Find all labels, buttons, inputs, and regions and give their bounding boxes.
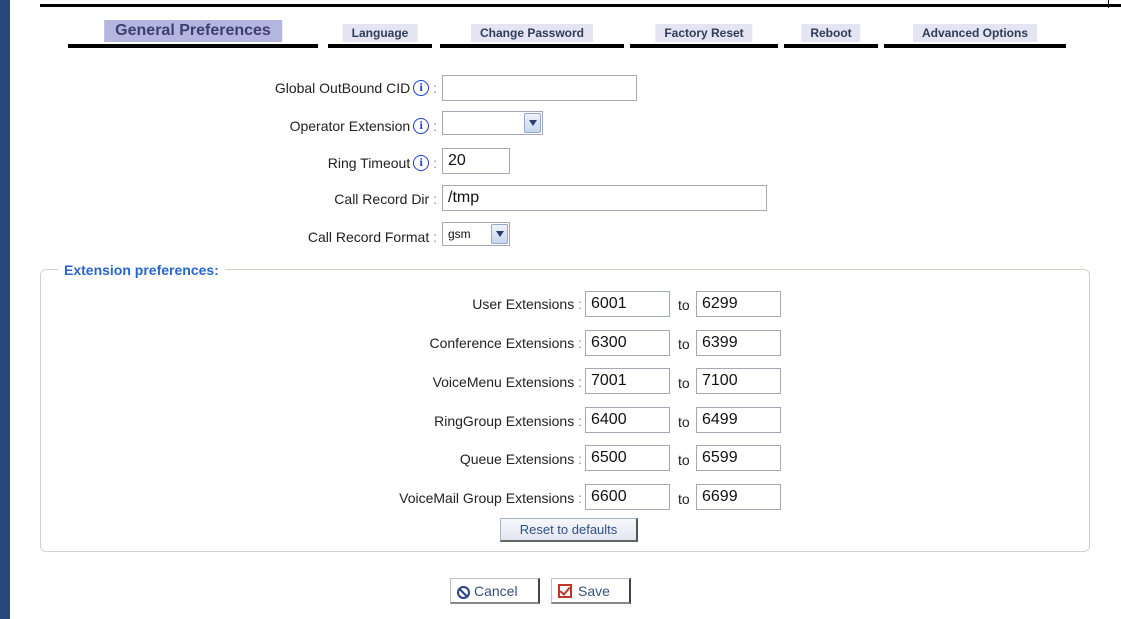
- ringgroup-extensions-to-input[interactable]: 6499: [696, 407, 781, 433]
- voicemenu-extensions-to-input[interactable]: 7100: [696, 368, 781, 394]
- voicemail-group-extensions-label: VoiceMail Group Extensions :: [399, 490, 582, 506]
- info-icon[interactable]: i: [413, 118, 430, 134]
- cancel-label: Cancel: [474, 583, 518, 599]
- tab-general-preferences[interactable]: General Preferences: [68, 20, 318, 48]
- chevron-down-icon[interactable]: [524, 113, 541, 133]
- voicemail-group-extensions-from-input[interactable]: 6600: [585, 484, 670, 510]
- to-label: to: [678, 491, 690, 507]
- queue-extensions-from-input[interactable]: 6500: [585, 445, 670, 471]
- tab-label: Change Password: [470, 24, 594, 42]
- to-label: to: [678, 375, 690, 391]
- left-border-bar: [0, 0, 10, 619]
- ring-timeout-input[interactable]: 20: [442, 148, 510, 174]
- conference-extensions-to-input[interactable]: 6399: [696, 330, 781, 356]
- ring-timeout-label: Ring Timeout i :: [327, 155, 437, 171]
- queue-extensions-to-input[interactable]: 6599: [696, 445, 781, 471]
- cancel-icon: [457, 586, 470, 599]
- call-record-dir-label: Call Record Dir :: [334, 191, 437, 207]
- user-extensions-to-input[interactable]: 6299: [696, 291, 781, 317]
- call-record-dir-input[interactable]: /tmp: [442, 185, 767, 211]
- to-label: to: [678, 414, 690, 430]
- chevron-down-icon[interactable]: [491, 224, 508, 244]
- checkbox-check-icon: [558, 584, 572, 598]
- call-record-format-label: Call Record Format :: [307, 229, 437, 245]
- user-extensions-label: User Extensions :: [472, 296, 582, 312]
- voicemenu-extensions-from-input[interactable]: 7001: [585, 368, 670, 394]
- operator-extension-select[interactable]: [442, 111, 543, 135]
- global-outbound-cid-label: Global OutBound CID i :: [274, 80, 437, 96]
- tab-label: General Preferences: [104, 20, 282, 42]
- voicemenu-extensions-label: VoiceMenu Extensions :: [432, 374, 582, 390]
- save-button[interactable]: Save: [551, 578, 631, 604]
- queue-extensions-label: Queue Extensions :: [459, 451, 582, 467]
- conference-extensions-label: Conference Extensions :: [429, 335, 582, 351]
- tab-change-password[interactable]: Change Password: [440, 20, 624, 48]
- tab-advanced-options[interactable]: Advanced Options: [884, 20, 1066, 48]
- tab-language[interactable]: Language: [328, 20, 432, 48]
- ringgroup-extensions-from-input[interactable]: 6400: [585, 407, 670, 433]
- save-label: Save: [578, 583, 610, 599]
- operator-extension-label: Operator Extension i :: [289, 118, 437, 134]
- tab-label: Language: [342, 24, 418, 42]
- call-record-format-select[interactable]: gsm: [442, 222, 510, 246]
- tab-reboot[interactable]: Reboot: [784, 20, 878, 48]
- ringgroup-extensions-label: RingGroup Extensions :: [434, 413, 582, 429]
- top-right-tick: [1108, 0, 1109, 8]
- reset-to-defaults-button[interactable]: Reset to defaults: [500, 518, 638, 542]
- tab-label: Factory Reset: [655, 24, 753, 42]
- user-extensions-from-input[interactable]: 6001: [585, 291, 670, 317]
- tab-factory-reset[interactable]: Factory Reset: [630, 20, 778, 48]
- tab-label: Reboot: [801, 24, 861, 42]
- global-outbound-cid-input[interactable]: [442, 75, 637, 101]
- call-record-format-value: gsm: [448, 227, 471, 241]
- to-label: to: [678, 452, 690, 468]
- voicemail-group-extensions-to-input[interactable]: 6699: [696, 484, 781, 510]
- conference-extensions-from-input[interactable]: 6300: [585, 330, 670, 356]
- to-label: to: [678, 297, 690, 313]
- to-label: to: [678, 336, 690, 352]
- info-icon[interactable]: i: [413, 155, 430, 171]
- top-rule: [40, 4, 1121, 7]
- tab-label: Advanced Options: [912, 24, 1038, 42]
- extension-preferences-legend: Extension preferences:: [58, 261, 225, 279]
- info-icon[interactable]: i: [413, 80, 430, 96]
- cancel-button[interactable]: Cancel: [450, 578, 540, 604]
